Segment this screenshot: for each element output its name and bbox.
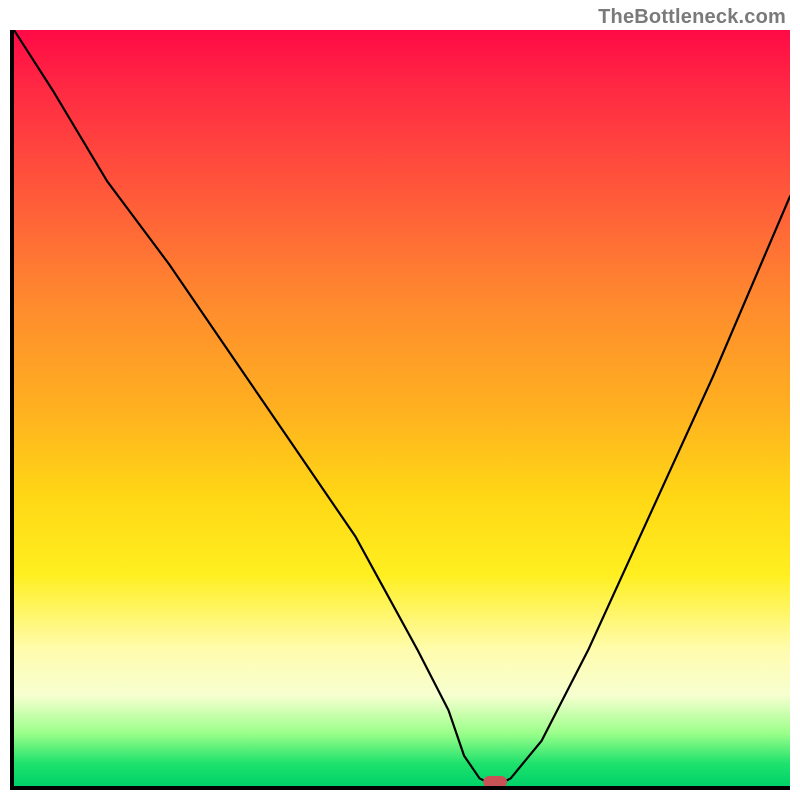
minimum-marker bbox=[483, 776, 507, 788]
bottleneck-curve-path bbox=[14, 30, 790, 786]
watermark-text: TheBottleneck.com bbox=[598, 6, 786, 29]
curve-svg bbox=[14, 30, 790, 786]
plot-area bbox=[10, 30, 790, 790]
bottleneck-chart: TheBottleneck.com bbox=[0, 0, 800, 800]
